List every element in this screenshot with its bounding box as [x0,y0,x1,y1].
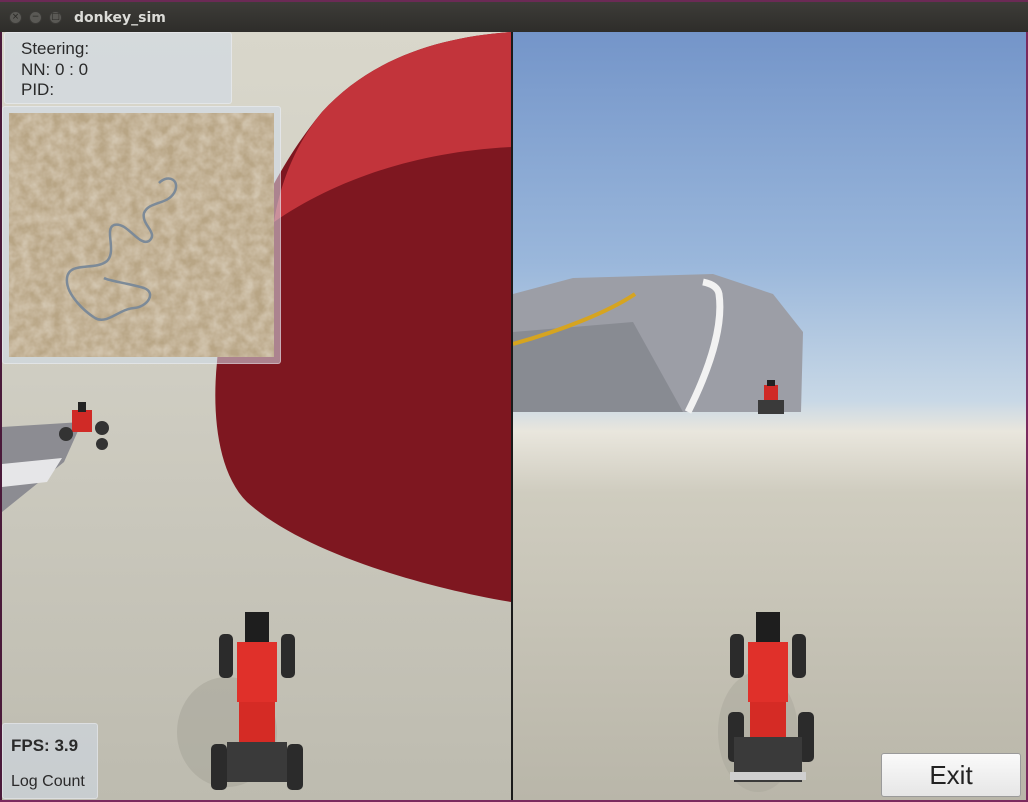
minimap-panel [2,106,281,364]
nn-steering-value: NN: 0 : 0 [21,60,89,79]
player-car [718,612,814,792]
fps-value: FPS: 3.9 [11,736,79,755]
minimize-window-button[interactable]: − [29,11,42,24]
track-minimap [9,113,274,357]
window-title: donkey_sim [74,10,166,26]
exit-button[interactable]: Exit [881,753,1021,797]
maximize-window-button[interactable]: □ [49,11,62,24]
log-count-label: Log Count [11,773,85,790]
steering-label: Steering: [21,39,90,58]
close-window-button[interactable]: × [9,11,22,24]
fps-panel: FPS: 3.9 Log Count [2,723,98,799]
window-titlebar[interactable]: × − □ donkey_sim [0,0,1028,32]
chase-camera-view [513,32,1026,800]
steering-panel: Steering: NN: 0 : 0 PID: [4,32,232,104]
overhead-camera-view: Steering: NN: 0 : 0 PID: FPS: 3.9 Log Co… [2,32,511,800]
pid-steering-value: PID: [21,80,55,99]
player-car [177,612,303,790]
right-scene [513,274,814,792]
